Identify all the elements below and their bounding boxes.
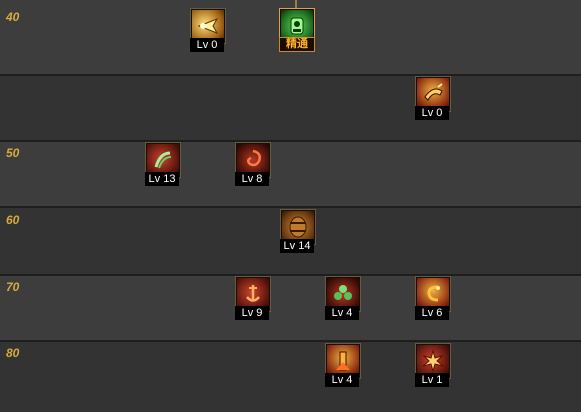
skill-level-label: Lv 9 (235, 306, 269, 320)
level-label-50: 50 (6, 146, 20, 160)
row-band-45 (0, 76, 581, 140)
skill-level-label: Lv 0 (190, 38, 224, 52)
skill-slot-pillar[interactable]: Lv 4 (325, 344, 362, 387)
skill-slot-barrel[interactable]: Lv 14 (280, 210, 317, 253)
skill-slot-swirl[interactable]: Lv 8 (235, 143, 272, 186)
skill-slot-horn[interactable]: Lv 0 (415, 77, 452, 120)
row-band-80 (0, 342, 581, 412)
tree-connector (295, 0, 297, 8)
level-label-70: 70 (6, 280, 20, 294)
skill-level-label: Lv 0 (415, 106, 449, 120)
skill-level-label: Lv 4 (325, 306, 359, 320)
skill-slot-clover[interactable]: Lv 4 (325, 277, 362, 320)
skill-slot-anchor[interactable]: Lv 9 (235, 277, 272, 320)
skill-level-label: Lv 6 (415, 306, 449, 320)
row-band-70 (0, 276, 581, 340)
skill-slot-burst[interactable]: Lv 0 (190, 9, 227, 52)
row-band-50 (0, 142, 581, 206)
skill-slot-explosion[interactable]: Lv 1 (415, 344, 452, 387)
skill-slot-serpent[interactable]: Lv 6 (415, 277, 452, 320)
level-label-40: 40 (6, 10, 20, 24)
skill-slot-mastery[interactable]: 精通 (279, 9, 316, 52)
skill-level-label: Lv 1 (415, 373, 449, 387)
skill-level-label: Lv 4 (325, 373, 359, 387)
skill-level-label: Lv 8 (235, 172, 269, 186)
skill-level-label: Lv 13 (145, 172, 179, 186)
level-label-60: 60 (6, 213, 20, 227)
level-label-80: 80 (6, 346, 20, 360)
skill-level-label: Lv 14 (280, 239, 314, 253)
skill-mastery-label: 精通 (279, 37, 315, 52)
skill-slot-claw[interactable]: Lv 13 (145, 143, 182, 186)
